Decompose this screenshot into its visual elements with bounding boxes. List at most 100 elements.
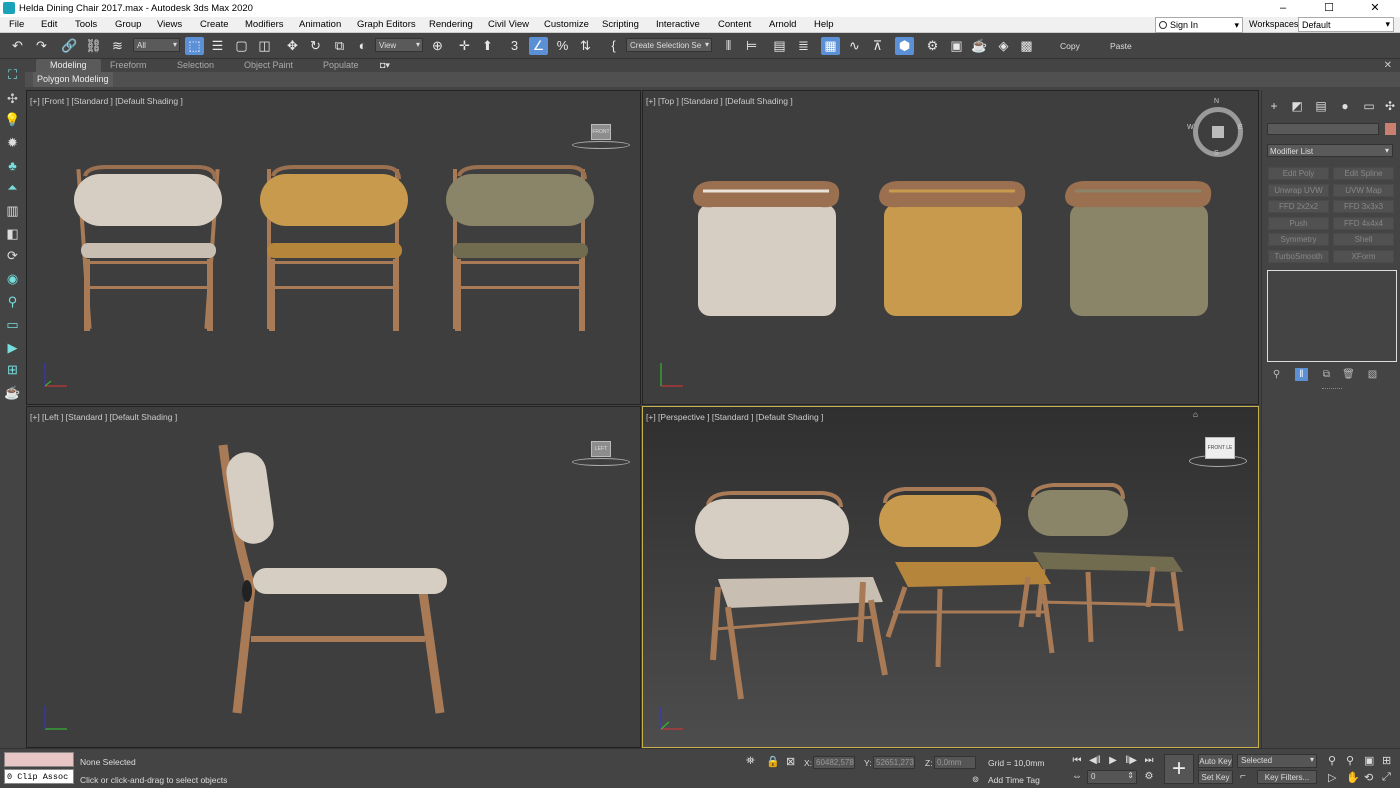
sound-icon[interactable]: ◧ [4, 225, 21, 242]
select-by-name-icon[interactable]: ☰ [208, 37, 227, 55]
menu-arnold[interactable]: Arnold [769, 19, 796, 30]
menu-create[interactable]: Create [200, 19, 229, 30]
rotate-view-icon[interactable]: ⟳ [4, 247, 21, 264]
create-icon[interactable]: ✣ [4, 90, 21, 107]
isolate-selection-icon[interactable]: ⛯ [746, 755, 755, 768]
polygon-modeling-panel[interactable]: Polygon Modeling [33, 72, 113, 87]
current-frame-field[interactable]: 0 ⇕ [1087, 770, 1137, 784]
menu-scripting[interactable]: Scripting [602, 19, 639, 30]
keyboard-shortcut-override-icon[interactable]: ⬆ [478, 37, 497, 55]
viewcube[interactable]: FRONT [591, 124, 611, 140]
home-icon[interactable]: ⌂ [1193, 410, 1198, 419]
play-icon[interactable]: ▶ [1105, 754, 1121, 768]
create-tab-icon[interactable]: + [1266, 98, 1282, 114]
tab-modeling[interactable]: Modeling [36, 59, 101, 72]
menu-rendering[interactable]: Rendering [429, 19, 473, 30]
modifier-stack[interactable] [1267, 270, 1397, 362]
viewcube-ring[interactable] [572, 458, 630, 466]
select-scale-icon[interactable]: ⧉ [330, 37, 349, 55]
display-tab-icon[interactable]: ▭ [1361, 98, 1377, 114]
render-gallery-icon[interactable]: ▩ [1017, 37, 1036, 55]
align-icon[interactable]: ⊨ [742, 37, 761, 55]
menu-file[interactable]: File [9, 19, 24, 30]
modifier-xform-button[interactable]: XForm [1333, 250, 1394, 263]
viewport-front-label[interactable]: [+] [Front ] [Standard ] [Default Shadin… [30, 96, 183, 106]
field-of-view-icon[interactable]: ▷ [1328, 771, 1336, 784]
angle-snap-icon[interactable]: ∠ [529, 37, 548, 55]
schematic-view-icon[interactable]: ⊼ [868, 37, 887, 55]
globe-icon[interactable]: ◉ [4, 270, 21, 287]
modifier-list-dropdown[interactable]: Modifier List ▾ [1267, 144, 1393, 157]
viewcube-compass[interactable]: N S E W [1187, 98, 1243, 157]
material-editor-icon[interactable]: ⬢ [895, 37, 914, 55]
bulb-icon[interactable]: ⚲ [4, 293, 21, 310]
time-configuration-icon[interactable]: ⚙ [1141, 770, 1157, 784]
z-coordinate-field[interactable]: 0,0mm [934, 756, 976, 769]
link-icon[interactable]: 🔗 [60, 37, 79, 55]
viewport-perspective-label[interactable]: [+] [Perspective ] [Standard ] [Default … [646, 412, 823, 422]
viewport-front[interactable]: [+] [Front ] [Standard ] [Default Shadin… [26, 90, 641, 405]
menu-views[interactable]: Views [157, 19, 182, 30]
display-icon[interactable]: ⏶ [4, 179, 21, 196]
menu-civil-view[interactable]: Civil View [488, 19, 529, 30]
key-filters-button[interactable]: Key Filters... [1257, 770, 1317, 784]
viewport-left-label[interactable]: [+] [Left ] [Standard ] [Default Shading… [30, 412, 177, 422]
close-button[interactable]: ✕ [1352, 0, 1398, 17]
configure-modifier-sets-icon[interactable]: ▧ [1366, 368, 1379, 381]
layer-explorer-icon[interactable]: ≣ [794, 37, 813, 55]
render-production-icon[interactable]: ☕ [970, 37, 989, 55]
previous-frame-icon[interactable]: ◀‖ [1087, 754, 1103, 768]
ribbon-close-icon[interactable]: ✕ [1384, 60, 1392, 71]
default-in-out-tangent-icon[interactable]: ⌐ [1240, 771, 1246, 782]
absolute-mode-icon[interactable]: ⊠ [786, 755, 795, 768]
edit-named-selection-icon[interactable]: { [604, 37, 623, 55]
add-time-tag-button[interactable]: Add Time Tag [988, 775, 1040, 785]
zoom-extents-icon[interactable]: ▣ [1364, 754, 1374, 767]
menu-animation[interactable]: Animation [299, 19, 341, 30]
mirror-icon[interactable]: ⫴ [719, 37, 738, 55]
y-coordinate-field[interactable]: 52651,273 [873, 756, 915, 769]
viewcube[interactable]: LEFT [591, 441, 611, 457]
maximize-button[interactable]: ☐ [1306, 0, 1352, 17]
sign-in-dropdown[interactable]: Sign In ▾ [1155, 17, 1243, 33]
pin-stack-icon[interactable]: ⚲ [1270, 368, 1283, 381]
render-setup-icon[interactable]: ⚙ [923, 37, 942, 55]
select-rotate-icon[interactable]: ↻ [306, 37, 325, 55]
curve-editor-icon[interactable]: ∿ [845, 37, 864, 55]
remove-modifier-icon[interactable]: 🗑 [1342, 368, 1355, 381]
motion-tab-icon[interactable]: ● [1337, 98, 1353, 114]
unlink-icon[interactable]: ⛓ [84, 37, 103, 55]
book-icon[interactable]: ▥ [4, 202, 21, 219]
go-to-end-icon[interactable]: ⏭ [1141, 754, 1157, 768]
redo-icon[interactable]: ↷ [32, 37, 51, 55]
viewport-top[interactable]: [+] [Top ] [Standard ] [Default Shading … [642, 90, 1259, 405]
menu-customize[interactable]: Customize [544, 19, 589, 30]
pivot-center-icon[interactable]: ⊕ [428, 37, 447, 55]
scene-explorer-toggle-icon[interactable]: ⛶ [4, 66, 21, 83]
viewcube[interactable]: FRONT LE [1205, 437, 1235, 459]
show-end-result-icon[interactable]: ‖ [1295, 368, 1308, 381]
menu-interactive[interactable]: Interactive [656, 19, 700, 30]
hierarchy-tab-icon[interactable]: ▤ [1313, 98, 1329, 114]
tree-icon[interactable]: ♣ [4, 157, 21, 174]
spinner-snap-icon[interactable]: ⇅ [576, 37, 595, 55]
menu-tools[interactable]: Tools [75, 19, 97, 30]
object-name-field[interactable] [1267, 123, 1379, 135]
go-to-start-icon[interactable]: ⏮ [1069, 754, 1085, 768]
percent-snap-icon[interactable]: % [553, 37, 572, 55]
play-panel-icon[interactable]: ▶ [4, 339, 21, 356]
minimize-button[interactable]: – [1260, 0, 1306, 17]
modifier-unwrap-uvw-button[interactable]: Unwrap UVW [1268, 184, 1329, 197]
modifier-uvw-map-button[interactable]: UVW Map [1333, 184, 1394, 197]
modifier-edit-spline-button[interactable]: Edit Spline [1333, 167, 1394, 180]
menu-graph-editors[interactable]: Graph Editors [357, 19, 416, 30]
next-frame-icon[interactable]: ‖▶ [1123, 754, 1139, 768]
selection-lock-icon[interactable]: 🔒 [766, 755, 780, 768]
undo-icon[interactable]: ↶ [8, 37, 27, 55]
viewport-top-label[interactable]: [+] [Top ] [Standard ] [Default Shading … [646, 96, 793, 106]
teapot-icon[interactable]: ☕ [4, 384, 21, 401]
ribbon-options-icon[interactable]: ◘▾ [380, 59, 390, 72]
modifier-ffd3-button[interactable]: FFD 3x3x3 [1333, 200, 1394, 213]
tab-populate[interactable]: Populate [323, 59, 359, 72]
key-mode-toggle-icon[interactable]: ⇔ [1069, 770, 1085, 784]
